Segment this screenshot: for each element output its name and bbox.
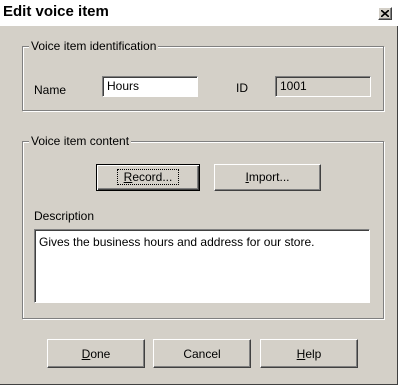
- help-label-rest: elp: [305, 347, 322, 361]
- close-icon: [381, 10, 389, 17]
- name-input[interactable]: Hours: [102, 76, 198, 97]
- id-label: ID: [236, 81, 248, 95]
- description-textarea[interactable]: Gives the business hours and address for…: [34, 229, 370, 303]
- cancel-button-label: Cancel: [183, 347, 221, 361]
- title-bar[interactable]: Edit voice item: [0, 0, 398, 26]
- help-button-label: Help: [297, 347, 322, 361]
- cancel-button[interactable]: Cancel: [153, 339, 251, 368]
- edit-voice-item-dialog: Edit voice item Voice item identificatio…: [0, 0, 398, 385]
- identification-group-caption: Voice item identification: [29, 39, 159, 53]
- import-label-rest: mport...: [248, 170, 290, 184]
- help-button[interactable]: Help: [260, 339, 358, 368]
- name-label: Name: [34, 83, 67, 97]
- record-button-label: Record...: [116, 169, 180, 185]
- close-button[interactable]: [378, 7, 392, 20]
- id-field: 1001: [275, 76, 371, 97]
- record-label-rest: ecord...: [132, 170, 173, 184]
- description-label: Description: [34, 209, 95, 223]
- done-mnemonic: D: [81, 347, 91, 361]
- content-group-caption: Voice item content: [29, 134, 132, 148]
- import-button[interactable]: Import...: [214, 164, 321, 191]
- done-button[interactable]: Done: [47, 339, 145, 368]
- window-title: Edit voice item: [3, 3, 109, 20]
- done-button-label: Done: [82, 347, 111, 361]
- import-button-label: Import...: [245, 170, 289, 184]
- done-label-rest: one: [90, 347, 111, 361]
- record-mnemonic: R: [123, 170, 133, 184]
- record-button[interactable]: Record...: [96, 164, 200, 191]
